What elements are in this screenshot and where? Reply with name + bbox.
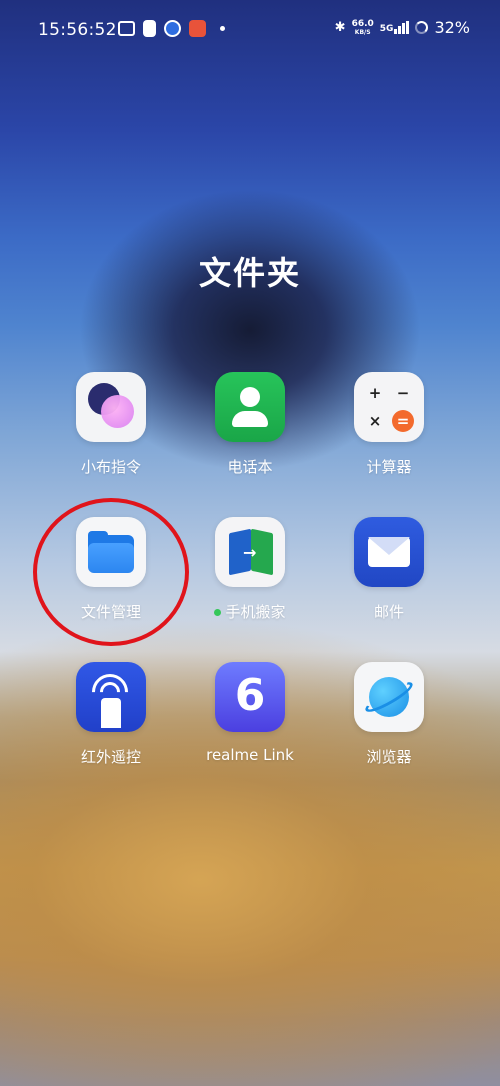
network-speed: 66.0 KB/S bbox=[352, 19, 374, 36]
system-status: ✱ 66.0 KB/S 5G 32% bbox=[335, 18, 470, 37]
app-label: 电话本 bbox=[227, 458, 273, 476]
status-bar: 15:56:52 ✱ 66.0 KB/S 5G 32% bbox=[0, 0, 500, 60]
bluetooth-icon: ✱ bbox=[334, 20, 346, 35]
folder-title[interactable]: 文件夹 bbox=[0, 248, 500, 294]
app-label: 手机搬家 bbox=[214, 601, 286, 622]
app-calculator[interactable]: + − × = 计算器 bbox=[329, 372, 449, 477]
app-label: 邮件 bbox=[373, 603, 404, 621]
signal-icon: 5G bbox=[380, 21, 410, 34]
home-screen: 15:56:52 ✱ 66.0 KB/S 5G 32% 文件夹 小布指令 电话本… bbox=[0, 0, 500, 1086]
calculator-icon[interactable]: + − × = bbox=[354, 372, 424, 442]
network-speed-value: 66.0 bbox=[351, 19, 374, 29]
mail-icon[interactable] bbox=[354, 517, 424, 587]
realme-link-icon[interactable]: 6 bbox=[215, 662, 285, 732]
battery-icon bbox=[415, 21, 429, 34]
app-label: 小布指令 bbox=[80, 458, 141, 476]
phone-clone-icon[interactable]: → bbox=[215, 517, 285, 587]
network-type: 5G bbox=[379, 24, 394, 34]
browser-icon[interactable] bbox=[354, 662, 424, 732]
app-contacts[interactable]: 电话本 bbox=[190, 372, 310, 477]
dot-icon bbox=[220, 26, 225, 31]
notification-icons bbox=[118, 20, 225, 37]
network-speed-unit: KB/S bbox=[354, 29, 371, 36]
status-time: 15:56:52 bbox=[38, 20, 117, 40]
app-realme-link[interactable]: 6 realme Link bbox=[190, 662, 310, 764]
taobao-icon bbox=[189, 20, 206, 37]
highlight-circle bbox=[33, 498, 189, 646]
contacts-icon[interactable] bbox=[215, 372, 285, 442]
app-label: 浏览器 bbox=[366, 748, 412, 766]
new-badge-dot bbox=[214, 609, 222, 616]
xiaobu-icon[interactable] bbox=[76, 372, 146, 442]
app-phone-clone[interactable]: → 手机搬家 bbox=[190, 517, 310, 622]
app-ir-remote[interactable]: 红外遥控 bbox=[51, 662, 171, 767]
tag-icon bbox=[143, 20, 156, 37]
app-label: realme Link bbox=[206, 746, 294, 764]
app-label: 红外遥控 bbox=[80, 748, 141, 766]
app-label: 计算器 bbox=[366, 458, 412, 476]
tv-icon bbox=[118, 21, 135, 36]
ir-remote-icon[interactable] bbox=[76, 662, 146, 732]
z-app-icon bbox=[164, 20, 181, 37]
app-xiaobu[interactable]: 小布指令 bbox=[51, 372, 171, 477]
app-browser[interactable]: 浏览器 bbox=[329, 662, 449, 767]
battery-percent: 32% bbox=[434, 18, 470, 37]
app-mail[interactable]: 邮件 bbox=[329, 517, 449, 622]
